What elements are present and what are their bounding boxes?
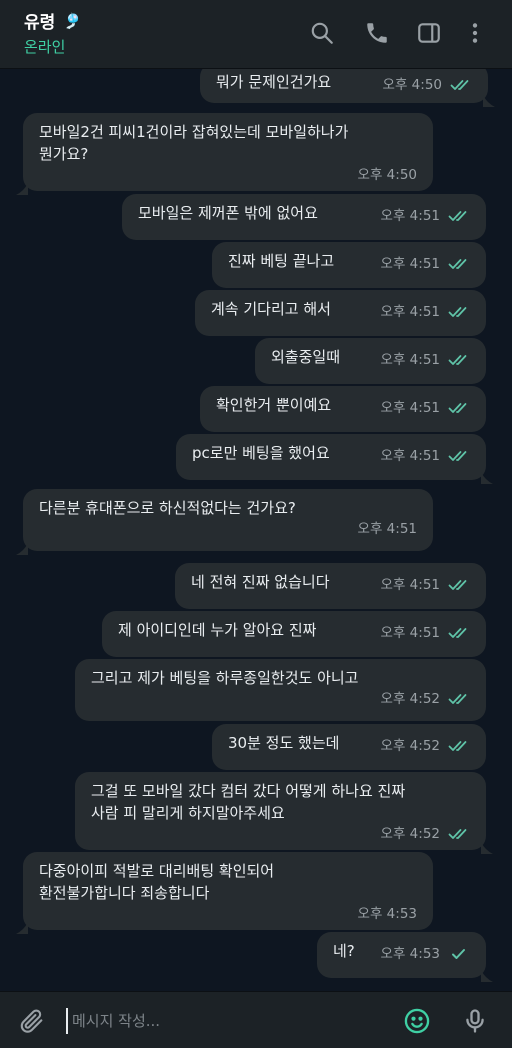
message-time: 오후 4:53	[380, 946, 440, 962]
message-time: 오후 4:51	[380, 208, 440, 224]
message-meta: 오후 4:51	[381, 577, 470, 593]
outgoing-message[interactable]: 오후 4:51 진짜 베팅 끝나고	[212, 242, 486, 288]
message-text: 모바일2건 피씨1건이라 잡혀있는데 모바일하나가 뭔가요?	[39, 123, 349, 163]
read-receipt-double-check-icon	[448, 692, 470, 706]
message-time: 오후 4:52	[380, 826, 440, 842]
contact-status: 온라인	[24, 38, 66, 56]
bubble-tail	[481, 468, 493, 484]
incoming-message[interactable]: 다중아이피 적발로 대리배팅 확인되어 환전불가합니다 죄송합니다오후 4:53	[16, 852, 433, 934]
outgoing-message[interactable]: 오후 4:51 모바일은 제꺼폰 밖에 없어요	[122, 194, 486, 240]
message-meta: 오후 4:51	[381, 625, 470, 641]
message-text: 다른분 휴대폰으로 하신적없다는 건가요?	[39, 499, 296, 517]
message-text: 모바일은 제꺼폰 밖에 없어요	[138, 204, 318, 222]
bubble-tail	[16, 918, 28, 934]
message-text: 확인한거 뿐이예요	[216, 396, 332, 414]
paperclip-icon[interactable]	[18, 1007, 46, 1035]
message-text: 계속 기다리고 해서	[211, 300, 331, 318]
read-receipt-double-check-icon	[448, 739, 470, 753]
message-meta: 오후 4:53	[53, 906, 417, 922]
message-time: 오후 4:52	[380, 691, 440, 707]
emoji-icon[interactable]	[403, 1007, 431, 1035]
bubble-tail	[481, 966, 493, 982]
message-composer: 메시지 작성...	[0, 991, 512, 1048]
message-time: 오후 4:51	[380, 577, 440, 593]
outgoing-message[interactable]: 오후 4:52 30분 정도 했는데	[212, 724, 486, 770]
sidebar-toggle-icon[interactable]	[416, 20, 442, 46]
message-list[interactable]: 오후 4:50 뭐가 문제인건가요모바일2건 피씨1건이라 잡혀있는데 모바일하나…	[0, 69, 512, 991]
message-time: 오후 4:50	[382, 77, 442, 93]
message-text: 제 아이디인데 누가 알아요 진짜	[118, 621, 317, 639]
message-meta: 오후 4:53	[381, 946, 470, 962]
message-text: 그걸 또 모바일 갔다 컴터 갔다 어떻게 하나요 진짜 사람 피 말리게 하지…	[91, 782, 406, 822]
message-meta: 오후 4:50	[383, 77, 472, 93]
outgoing-message[interactable]: 오후 4:51 제 아이디인데 누가 알아요 진짜	[102, 611, 486, 657]
message-time: 오후 4:51	[380, 400, 440, 416]
outgoing-message[interactable]: 오후 4:51 외출중일때	[255, 338, 486, 384]
message-input[interactable]: 메시지 작성...	[66, 1008, 366, 1034]
message-meta: 오후 4:50	[53, 167, 417, 183]
message-meta: 오후 4:52	[105, 691, 470, 707]
message-time: 오후 4:51	[380, 448, 440, 464]
chat-header: 유령 🎐 온라인	[0, 0, 512, 69]
message-meta: 오후 4:51	[381, 208, 470, 224]
incoming-message[interactable]: 모바일2건 피씨1건이라 잡혀있는데 모바일하나가 뭔가요? 오후 4:50	[16, 113, 433, 195]
message-text: 다중아이피 적발로 대리배팅 확인되어 환전불가합니다 죄송합니다	[39, 862, 275, 902]
outgoing-message[interactable]: 오후 4:51 네 전혀 진짜 없습니다	[175, 563, 486, 609]
read-receipt-double-check-icon	[448, 626, 470, 640]
read-receipt-double-check-icon	[448, 257, 470, 271]
message-time: 오후 4:51	[380, 625, 440, 641]
outgoing-message[interactable]: 오후 4:50 뭐가 문제인건가요	[200, 69, 495, 107]
message-text: 외출중일때	[271, 348, 341, 366]
message-text: 뭐가 문제인건가요	[216, 73, 332, 91]
phone-icon[interactable]	[364, 20, 390, 46]
message-time: 오후 4:53	[357, 906, 417, 922]
search-icon[interactable]	[309, 20, 335, 46]
bubble-tail	[16, 179, 28, 195]
bubble-tail	[481, 838, 493, 854]
message-time: 오후 4:50	[357, 167, 417, 183]
message-time: 오후 4:51	[357, 521, 417, 537]
message-meta: 오후 4:51	[381, 256, 470, 272]
message-time: 오후 4:51	[380, 256, 440, 272]
read-receipt-double-check-icon	[448, 305, 470, 319]
read-receipt-double-check-icon	[448, 401, 470, 415]
message-text: 그리고 제가 베팅을 하루종일한것도 아니고	[91, 669, 359, 687]
outgoing-message[interactable]: 그걸 또 모바일 갔다 컴터 갔다 어떻게 하나요 진짜 사람 피 말리게 하지…	[75, 772, 493, 854]
read-receipt-double-check-icon	[448, 827, 470, 841]
message-text: 30분 정도 했는데	[228, 734, 340, 752]
read-receipt-double-check-icon	[448, 578, 470, 592]
message-time: 오후 4:51	[380, 352, 440, 368]
message-meta: 오후 4:51	[381, 400, 470, 416]
read-receipt-double-check-icon	[448, 449, 470, 463]
outgoing-message[interactable]: 그리고 제가 베팅을 하루종일한것도 아니고오후 4:52	[75, 659, 486, 721]
message-time: 오후 4:51	[380, 304, 440, 320]
message-meta: 오후 4:51	[381, 448, 470, 464]
read-receipt-double-check-icon	[450, 78, 472, 92]
microphone-icon[interactable]	[461, 1007, 489, 1035]
message-time: 오후 4:52	[380, 738, 440, 754]
contact-name-row[interactable]: 유령 🎐	[24, 8, 82, 34]
outgoing-message[interactable]: 오후 4:51 pc로만 베팅을 했어요	[176, 434, 493, 484]
wind-chime-emoji-icon: 🎐	[63, 11, 82, 30]
message-text: 네?	[333, 942, 355, 960]
read-receipt-double-check-icon	[448, 353, 470, 367]
bubble-tail	[483, 91, 495, 107]
message-meta: 오후 4:52	[105, 826, 470, 842]
outgoing-message[interactable]: 오후 4:53 네?	[317, 932, 493, 982]
sent-check-icon	[448, 947, 470, 961]
message-meta: 오후 4:51	[381, 352, 470, 368]
message-text: 네 전혀 진짜 없습니다	[191, 573, 330, 591]
contact-name[interactable]: 유령	[24, 8, 55, 33]
incoming-message[interactable]: 다른분 휴대폰으로 하신적없다는 건가요? 오후 4:51	[16, 489, 433, 555]
bubble-tail	[16, 539, 28, 555]
more-vert-icon[interactable]	[462, 20, 488, 46]
message-text: 진짜 베팅 끝나고	[228, 252, 335, 270]
message-text: pc로만 베팅을 했어요	[192, 444, 330, 462]
message-meta: 오후 4:51	[53, 521, 417, 537]
message-meta: 오후 4:52	[381, 738, 470, 754]
message-meta: 오후 4:51	[381, 304, 470, 320]
outgoing-message[interactable]: 오후 4:51 계속 기다리고 해서	[195, 290, 486, 336]
read-receipt-double-check-icon	[448, 209, 470, 223]
outgoing-message[interactable]: 오후 4:51 확인한거 뿐이예요	[200, 386, 486, 432]
